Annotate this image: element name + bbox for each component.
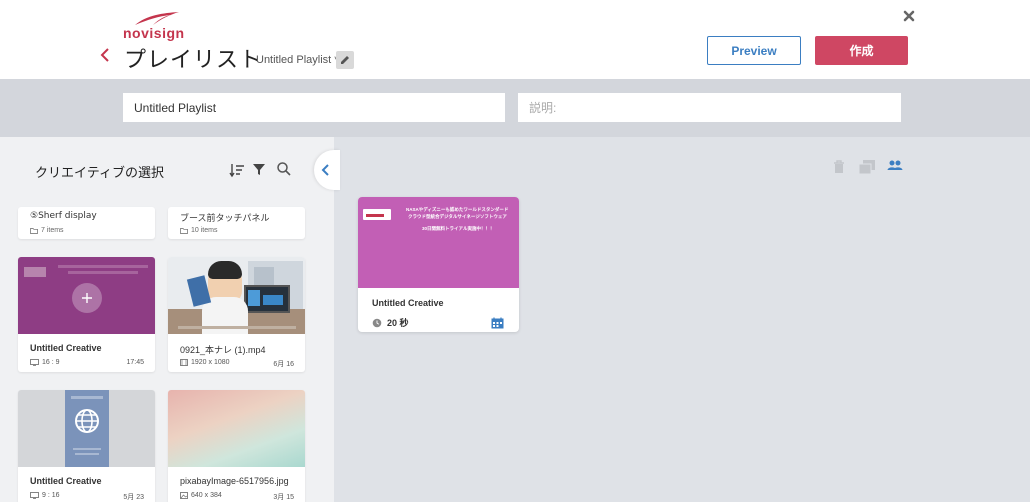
close-icon[interactable] (902, 9, 916, 23)
media-thumbnail (168, 390, 305, 467)
calendar-icon[interactable] (491, 316, 504, 329)
media-thumbnail (18, 390, 155, 467)
media-card[interactable]: pixabayImage-6517956.jpg 640 x 384 3月 15 (168, 390, 305, 502)
playlist-name-label: Untitled Playlist * (256, 54, 339, 66)
folder-card[interactable]: ブース前タッチパネル 10 items (168, 207, 305, 239)
folder-icon (180, 227, 188, 234)
media-card[interactable]: Untitled Creative 9 : 16 5月 23 (18, 390, 155, 502)
media-date: 3月 15 (273, 494, 294, 501)
creative-trial-line: 30日間無料トライアル実施中！！！ (422, 226, 495, 231)
media-card[interactable]: 0921_本ナレ (1).mp4 1920 x 1080 6月 16 (168, 257, 305, 372)
sort-icon[interactable] (228, 161, 246, 179)
image-icon (180, 492, 188, 499)
media-thumbnail (18, 257, 155, 334)
media-resolution: 1920 x 1080 (191, 359, 230, 366)
folder-name: ブース前タッチパネル (180, 214, 270, 224)
page-title: プレイリスト (124, 48, 263, 73)
creative-headline: NASAやディズニーも認めたワールドスタンダード (406, 207, 509, 212)
media-card[interactable]: Untitled Creative 16 : 9 17:45 (18, 257, 155, 372)
media-name: pixabayImage-6517956.jpg (180, 476, 289, 486)
chevron-left-icon (321, 164, 329, 176)
media-resolution: 640 x 384 (191, 492, 222, 499)
media-ratio: 16 : 9 (42, 359, 60, 366)
creative-selection-panel: クリエイティブの選択 ⑤Sherf display 7 items ブース前タッ… (0, 137, 334, 502)
playlist-item-card[interactable]: NASAやディズニーも認めたワールドスタンダード クラウド型統合デジタルサイネー… (358, 197, 519, 332)
preview-button[interactable]: Preview (707, 36, 801, 65)
creative-name: Untitled Creative (372, 298, 444, 308)
novisign-logo: novisign (123, 11, 189, 41)
creative-subline: クラウド型統合デジタルサイネージソフトウェア (408, 214, 507, 219)
panel-title: クリエイティブの選択 (35, 166, 164, 181)
create-button[interactable]: 作成 (815, 36, 908, 65)
media-name: 0921_本ナレ (1).mp4 (180, 345, 266, 355)
folder-item-count: 7 items (41, 227, 64, 234)
creative-thumbnail: NASAやディズニーも認めたワールドスタンダード クラウド型統合デジタルサイネー… (358, 197, 519, 288)
header: novisign プレイリスト Untitled Playlist * Prev… (0, 0, 1030, 79)
duration-value: 20 秒 (387, 318, 409, 328)
group-icon[interactable] (887, 159, 903, 175)
filter-icon[interactable] (251, 161, 269, 179)
folder-icon (30, 227, 38, 234)
media-name: Untitled Creative (30, 476, 102, 486)
folder-name: ⑤Sherf display (30, 211, 97, 221)
video-icon (180, 359, 188, 366)
media-date: 6月 16 (273, 361, 294, 368)
novisign-mini-logo (363, 209, 391, 220)
playlist-details-bar (0, 79, 1030, 137)
media-ratio: 9 : 16 (42, 492, 60, 499)
trash-icon[interactable] (832, 159, 848, 175)
media-thumbnail (168, 257, 305, 334)
media-name: Untitled Creative (30, 343, 102, 353)
clock-icon (372, 318, 382, 327)
pencil-icon[interactable] (336, 51, 354, 69)
playlist-timeline-area: NASAやディズニーも認めたワールドスタンダード クラウド型統合デジタルサイネー… (334, 137, 1030, 502)
description-input[interactable] (518, 93, 901, 122)
monitor-icon (30, 359, 39, 366)
add-icon[interactable] (72, 283, 102, 313)
folder-card[interactable]: ⑤Sherf display 7 items (18, 207, 155, 239)
folder-item-count: 10 items (191, 227, 218, 234)
creative-duration[interactable]: 20 秒 (372, 316, 409, 329)
back-chevron-icon[interactable] (98, 45, 112, 65)
copy-icon[interactable] (858, 159, 875, 175)
globe-icon (75, 409, 99, 433)
media-date: 17:45 (126, 359, 144, 366)
playlist-name-input[interactable] (123, 93, 505, 122)
media-date: 5月 23 (123, 494, 144, 501)
monitor-icon (30, 492, 39, 499)
search-icon[interactable] (276, 161, 294, 179)
